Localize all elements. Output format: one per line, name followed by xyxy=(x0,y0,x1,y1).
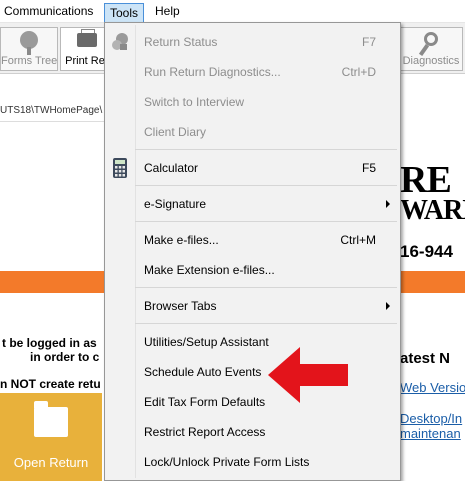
phone-number: 16-944 xyxy=(400,242,453,261)
menu-item-lock-unlock-form-lists[interactable]: Lock/Unlock Private Form Lists xyxy=(105,447,400,477)
web-version-link[interactable]: Web Versio xyxy=(400,380,465,395)
menu-item-calculator[interactable]: Calculator F5 xyxy=(105,153,400,183)
menu-label: Lock/Unlock Private Form Lists xyxy=(144,455,310,469)
menu-item-e-signature[interactable]: e-Signature xyxy=(105,189,400,219)
menu-label: Client Diary xyxy=(144,125,207,139)
menu-shortcut: F5 xyxy=(361,161,376,175)
diagnostics-button[interactable]: Diagnostics xyxy=(399,27,463,71)
create-return-warning: n NOT create retu xyxy=(0,377,101,391)
menu-item-return-status[interactable]: Return Status F7 xyxy=(105,27,400,57)
red-arrow-annotation xyxy=(268,347,348,403)
menu-label: Make e-files... xyxy=(144,233,219,247)
menu-label: Calculator xyxy=(144,161,199,175)
menu-label: Switch to Interview xyxy=(144,95,245,109)
logo-text-bottom: WARE xyxy=(400,195,465,226)
open-return-label: Open Return xyxy=(13,455,89,470)
open-return-tile[interactable]: Open Return xyxy=(0,393,102,481)
menu-item-client-diary[interactable]: Client Diary xyxy=(105,117,400,147)
menu-item-switch-interview[interactable]: Switch to Interview xyxy=(105,87,400,117)
address-path: UTS18\TWHomePage\ xyxy=(0,101,110,122)
red-arrow-shape xyxy=(268,347,348,403)
menu-label: Restrict Report Access xyxy=(144,425,266,439)
menu-label: Browser Tabs xyxy=(144,299,217,313)
printer-icon xyxy=(77,33,97,47)
menu-shortcut: Ctrl+M xyxy=(340,233,376,247)
menu-item-make-extension-efiles[interactable]: Make Extension e-files... xyxy=(105,255,400,285)
menu-label: Run Return Diagnostics... xyxy=(144,65,281,79)
tree-trunk-icon xyxy=(27,47,31,55)
menu-item-schedule-auto-events[interactable]: Schedule Auto Events xyxy=(105,357,400,387)
menu-item-make-efiles[interactable]: Make e-files... Ctrl+M xyxy=(105,225,400,255)
menu-tools[interactable]: Tools xyxy=(104,3,145,23)
latest-news-heading: atest N xyxy=(400,350,451,367)
menu-label: e-Signature xyxy=(144,197,207,211)
maintenance-link[interactable]: maintenan xyxy=(400,426,461,441)
menu-label: Edit Tax Form Defaults xyxy=(144,395,266,409)
menu-item-utilities-setup[interactable]: Utilities/Setup Assistant xyxy=(105,327,400,357)
menu-bar: Communications Tools Help xyxy=(0,0,465,23)
menu-help[interactable]: Help xyxy=(151,3,184,20)
menu-separator xyxy=(135,287,397,288)
menu-label: Make Extension e-files... xyxy=(144,263,275,277)
menu-item-restrict-report-access[interactable]: Restrict Report Access xyxy=(105,417,400,447)
menu-label: Return Status xyxy=(144,35,218,49)
menu-label: Utilities/Setup Assistant xyxy=(144,335,269,349)
menu-separator xyxy=(135,323,397,324)
menu-shortcut: Ctrl+D xyxy=(341,65,376,79)
login-warning-line1: t be logged in as xyxy=(2,336,97,350)
desktop-link[interactable]: Desktop/In xyxy=(400,411,462,426)
forms-tree-button[interactable]: Forms Tree xyxy=(0,27,58,71)
menu-separator xyxy=(135,149,397,150)
menu-label: Schedule Auto Events xyxy=(144,365,262,379)
menu-separator xyxy=(135,185,397,186)
forms-tree-label: Forms Tree xyxy=(1,55,58,67)
calculator-icon xyxy=(113,158,127,178)
menu-shortcut: F7 xyxy=(361,35,376,49)
tools-menu: Return Status F7 Run Return Diagnostics.… xyxy=(104,22,401,481)
menu-item-run-diagnostics[interactable]: Run Return Diagnostics... Ctrl+D xyxy=(105,57,400,87)
menu-item-edit-tax-form-defaults[interactable]: Edit Tax Form Defaults xyxy=(105,387,400,417)
print-return-button[interactable]: Print Re xyxy=(60,27,110,71)
submenu-arrow-icon xyxy=(386,302,390,310)
diagnostics-label: Diagnostics xyxy=(402,55,460,67)
logo-text-top: RE xyxy=(400,159,452,201)
submenu-arrow-icon xyxy=(386,200,390,208)
menu-communications[interactable]: Communications xyxy=(0,3,97,20)
login-warning-line2: in order to c xyxy=(30,350,100,364)
folder-icon xyxy=(34,401,68,437)
menu-separator xyxy=(135,221,397,222)
print-label: Print Re xyxy=(65,55,105,67)
menu-item-browser-tabs[interactable]: Browser Tabs xyxy=(105,291,400,321)
return-status-icon xyxy=(112,33,128,50)
